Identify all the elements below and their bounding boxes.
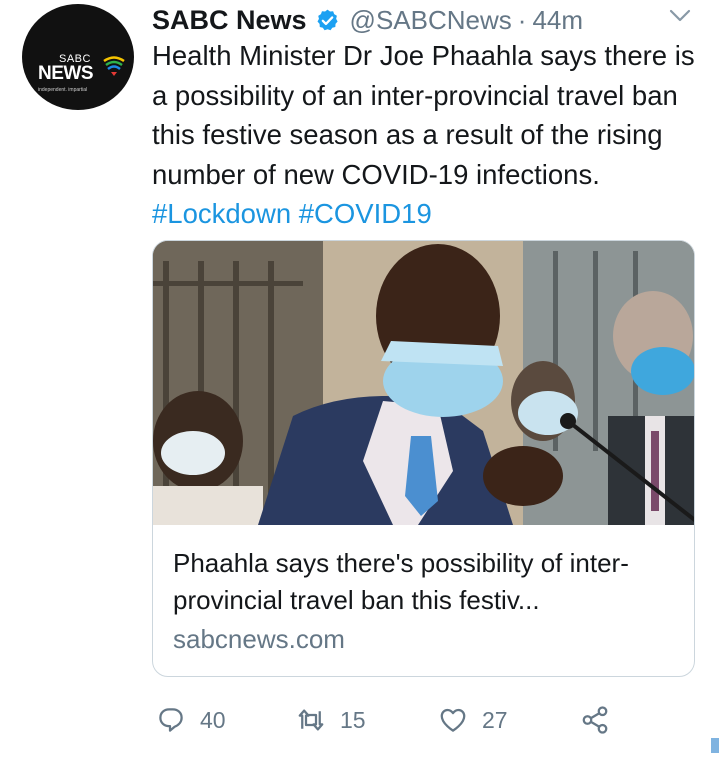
logo-main-text: NEWS <box>38 63 94 84</box>
hashtag-lockdown[interactable]: #Lockdown <box>152 198 291 229</box>
reply-button[interactable]: 40 <box>156 700 226 740</box>
tweet-actions: 40 15 27 <box>152 700 672 740</box>
separator-dot: · <box>517 4 527 35</box>
reply-count: 40 <box>200 706 226 733</box>
author-name[interactable]: SABC News <box>152 5 307 36</box>
tweet-text-main: Health Minister Dr Joe Phaahla says ther… <box>152 40 695 190</box>
card-domain: sabcnews.com <box>173 624 345 654</box>
retweet-count: 15 <box>340 706 366 733</box>
like-count: 27 <box>482 706 508 733</box>
avatar[interactable]: SABC NEWS independent. impartial <box>22 4 134 110</box>
tweet-time[interactable]: 44m <box>532 5 583 36</box>
card-photo-illustration <box>153 241 694 525</box>
tweet-header: SABC News @SABCNews · 44m <box>152 0 583 40</box>
retweet-button[interactable]: 15 <box>296 700 366 740</box>
card-title: Phaahla says there's possibility of inte… <box>173 548 629 615</box>
tweet-text: Health Minister Dr Joe Phaahla says ther… <box>152 36 712 234</box>
logo-tagline: independent. impartial <box>38 87 88 93</box>
reply-icon <box>159 708 183 732</box>
share-icon <box>582 706 608 734</box>
scrollbar-indicator[interactable] <box>711 738 719 753</box>
logo-signal-icon <box>103 56 125 76</box>
heart-icon <box>440 708 466 732</box>
card-image <box>153 241 694 525</box>
link-card[interactable]: Phaahla says there's possibility of inte… <box>152 240 695 677</box>
retweet-icon <box>298 709 324 731</box>
share-button[interactable] <box>580 700 610 740</box>
verified-badge-icon <box>317 9 338 30</box>
tweet[interactable]: SABC NEWS independent. impartial SABC Ne… <box>0 0 719 759</box>
like-button[interactable]: 27 <box>438 700 508 740</box>
hashtag-covid19[interactable]: #COVID19 <box>299 198 432 229</box>
sabc-news-logo: SABC NEWS independent. impartial <box>33 27 125 93</box>
card-meta: Phaahla says there's possibility of inte… <box>173 545 683 658</box>
chevron-down-icon[interactable] <box>668 8 692 24</box>
author-handle[interactable]: @SABCNews <box>350 5 512 36</box>
